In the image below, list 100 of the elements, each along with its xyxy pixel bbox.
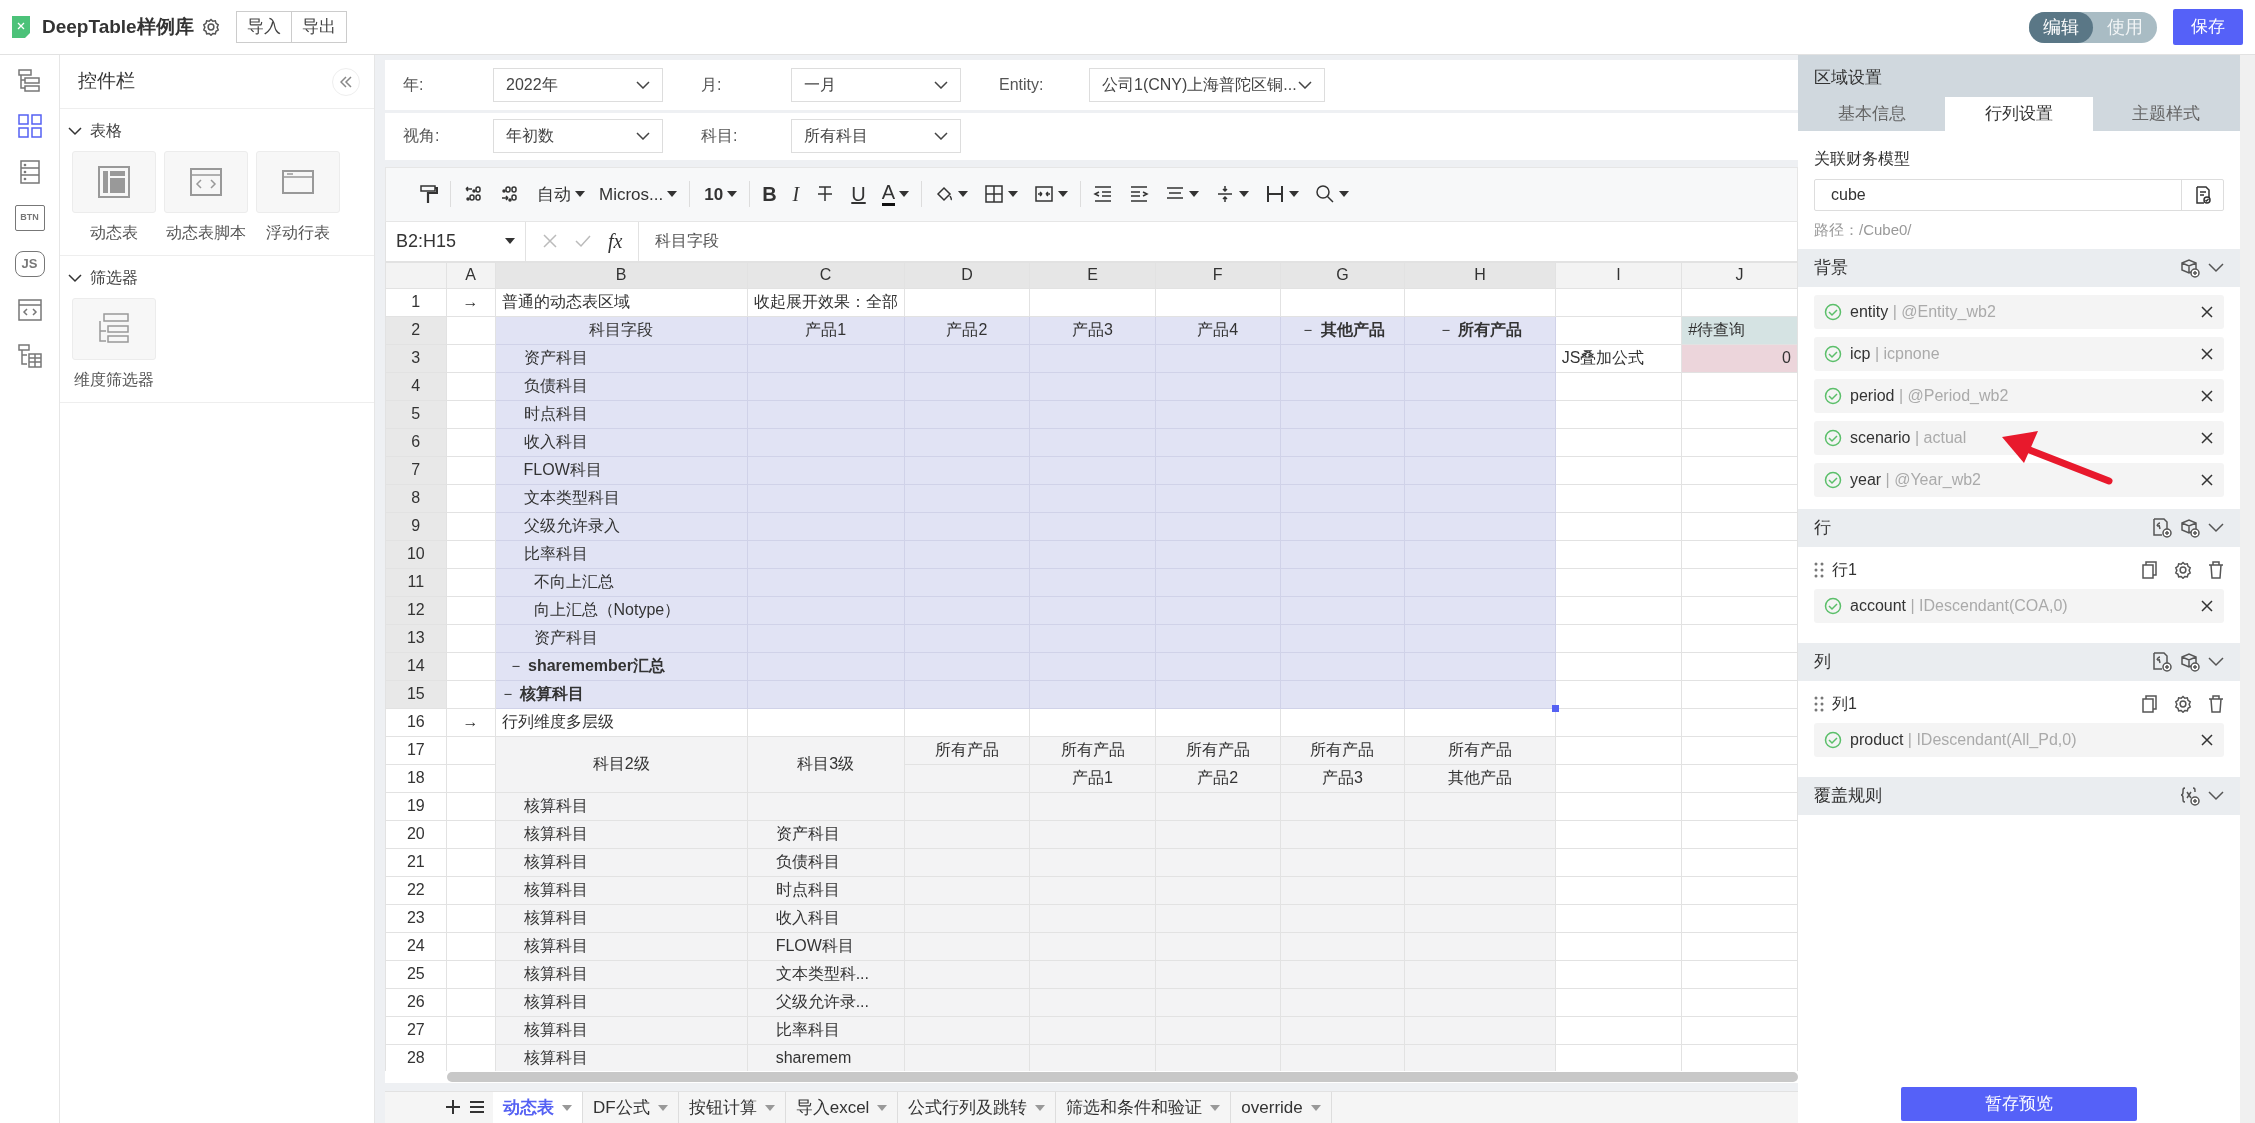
row-header[interactable]: 12 (385, 596, 447, 625)
function-label[interactable]: fx (608, 226, 623, 257)
column-header[interactable]: F (1155, 262, 1281, 289)
row-header[interactable]: 10 (385, 540, 447, 569)
row-header[interactable]: 9 (385, 512, 447, 541)
row-header[interactable]: 8 (385, 484, 447, 513)
column-header[interactable]: H (1404, 262, 1556, 289)
widget-tile[interactable] (256, 151, 340, 213)
dimension-item[interactable]: year | @Year_wb2 (1814, 463, 2224, 497)
close-icon[interactable] (2200, 431, 2214, 445)
close-icon[interactable] (2200, 599, 2214, 613)
row-header[interactable]: 27 (385, 1016, 447, 1045)
code-window-icon[interactable] (16, 297, 43, 323)
column-header[interactable]: G (1280, 262, 1405, 289)
dropdown-field[interactable]: 年初数 (493, 119, 663, 154)
column-header[interactable]: E (1029, 262, 1156, 289)
panel-tab[interactable]: 行列设置 (1945, 96, 2093, 131)
tree-icon[interactable] (16, 67, 43, 93)
preview-button[interactable]: 暂存预览 (1901, 1087, 2137, 1121)
row-header[interactable]: 21 (385, 848, 447, 877)
row-header[interactable]: 1 (385, 288, 447, 317)
row-header[interactable]: 23 (385, 904, 447, 933)
cube-add-icon[interactable] (2180, 258, 2200, 278)
variable-add-icon[interactable] (2180, 786, 2200, 806)
toolbar-dropdown[interactable]: Micros... (593, 176, 686, 213)
column-header[interactable]: A (446, 262, 496, 289)
dimension-item[interactable]: scenario | actual (1814, 421, 2224, 455)
name-box[interactable]: B2:H15 (386, 221, 526, 261)
row-header[interactable]: 18 (385, 764, 447, 793)
column-header[interactable]: J (1681, 262, 1798, 289)
fill-handle[interactable] (1551, 704, 1559, 712)
close-icon[interactable] (2200, 389, 2214, 403)
rail-button[interactable]: BTN (14, 205, 45, 231)
settings-icon[interactable] (2174, 695, 2192, 713)
row-header[interactable]: 7 (385, 456, 447, 485)
chevron-down-icon[interactable] (68, 273, 82, 283)
dimension-item[interactable]: account | IDescendant(COA,0) (1814, 589, 2224, 623)
toolbar-button[interactable]: U (843, 176, 874, 213)
row-header[interactable]: 14 (385, 652, 447, 681)
copy-icon[interactable] (2142, 561, 2158, 579)
dropdown-field[interactable]: 所有科目 (791, 119, 961, 154)
cube-add-icon[interactable] (2180, 518, 2200, 538)
dimension-item[interactable]: period | @Period_wb2 (1814, 379, 2224, 413)
row-header[interactable]: 13 (385, 624, 447, 653)
widget-tile[interactable] (72, 151, 156, 213)
panel-tab[interactable]: 基本信息 (1798, 96, 1946, 131)
column-header[interactable]: I (1555, 262, 1682, 289)
dimension-item[interactable]: entity | @Entity_wb2 (1814, 295, 2224, 329)
row-header[interactable]: 6 (385, 428, 447, 457)
chevron-down-icon[interactable] (2208, 523, 2224, 533)
delete-icon[interactable] (2208, 561, 2224, 579)
row-header[interactable]: 3 (385, 344, 447, 373)
dropdown-field[interactable]: 2022年 (493, 67, 663, 102)
settings-icon[interactable] (201, 18, 220, 36)
action-button[interactable]: 导出 (291, 11, 347, 43)
menu-icon[interactable] (469, 1099, 485, 1116)
row-header[interactable]: 20 (385, 820, 447, 849)
document-check-icon[interactable] (2194, 185, 2211, 204)
dimension-item[interactable]: product | IDescendant(All_Pd,0) (1814, 723, 2224, 757)
copy-icon[interactable] (2142, 695, 2158, 713)
close-icon[interactable] (2200, 305, 2214, 319)
dropdown-field[interactable]: 一月 (791, 67, 961, 102)
close-icon[interactable] (2200, 473, 2214, 487)
row-header[interactable]: 15 (385, 680, 447, 709)
mode-toggle[interactable]: 编辑 (2029, 11, 2093, 43)
close-icon[interactable] (2200, 733, 2214, 747)
row-header[interactable]: 2 (385, 316, 447, 345)
widget-tile[interactable] (164, 151, 248, 213)
chevron-down-icon[interactable] (2208, 657, 2224, 667)
toolbar-dropdown[interactable]: 自动 (527, 176, 593, 213)
grid-icon[interactable] (16, 113, 43, 139)
row-header[interactable]: 5 (385, 400, 447, 429)
row-header[interactable]: 17 (385, 736, 447, 765)
panel-tab[interactable]: 主题样式 (2092, 96, 2240, 131)
rail-button[interactable]: JS (14, 251, 45, 277)
formula-add-icon[interactable] (2152, 652, 2172, 672)
drag-handle-icon[interactable] (1814, 696, 1824, 712)
row-header[interactable]: 4 (385, 372, 447, 401)
column-header[interactable]: D (904, 262, 1030, 289)
row-header[interactable]: 16 (385, 708, 447, 737)
toolbar-button[interactable]: I (784, 176, 808, 213)
row-header[interactable]: 19 (385, 792, 447, 821)
row-header[interactable]: 28 (385, 1044, 447, 1071)
tree-table-icon[interactable] (16, 343, 43, 369)
row-header[interactable]: 26 (385, 988, 447, 1017)
drag-handle-icon[interactable] (1814, 562, 1824, 578)
scrollbar[interactable] (447, 1072, 1798, 1082)
toolbar-button[interactable]: B (754, 176, 785, 213)
chevron-down-icon[interactable] (2208, 791, 2224, 801)
toolbar-button[interactable]: A (873, 176, 918, 213)
widget-tile[interactable] (72, 298, 156, 360)
sheet-tab[interactable]: 动态表 (493, 1092, 583, 1123)
save-button[interactable]: 保存 (2173, 9, 2243, 45)
dropdown-field[interactable]: 公司1(CNY)上海普陀区铜... (1089, 67, 1325, 102)
row-header[interactable]: 22 (385, 876, 447, 905)
formula-add-icon[interactable] (2152, 518, 2172, 538)
row-header[interactable]: 24 (385, 932, 447, 961)
add-icon[interactable] (445, 1099, 461, 1116)
column-header[interactable]: B (495, 262, 748, 289)
toolbar-dropdown[interactable]: 10 (694, 176, 746, 213)
